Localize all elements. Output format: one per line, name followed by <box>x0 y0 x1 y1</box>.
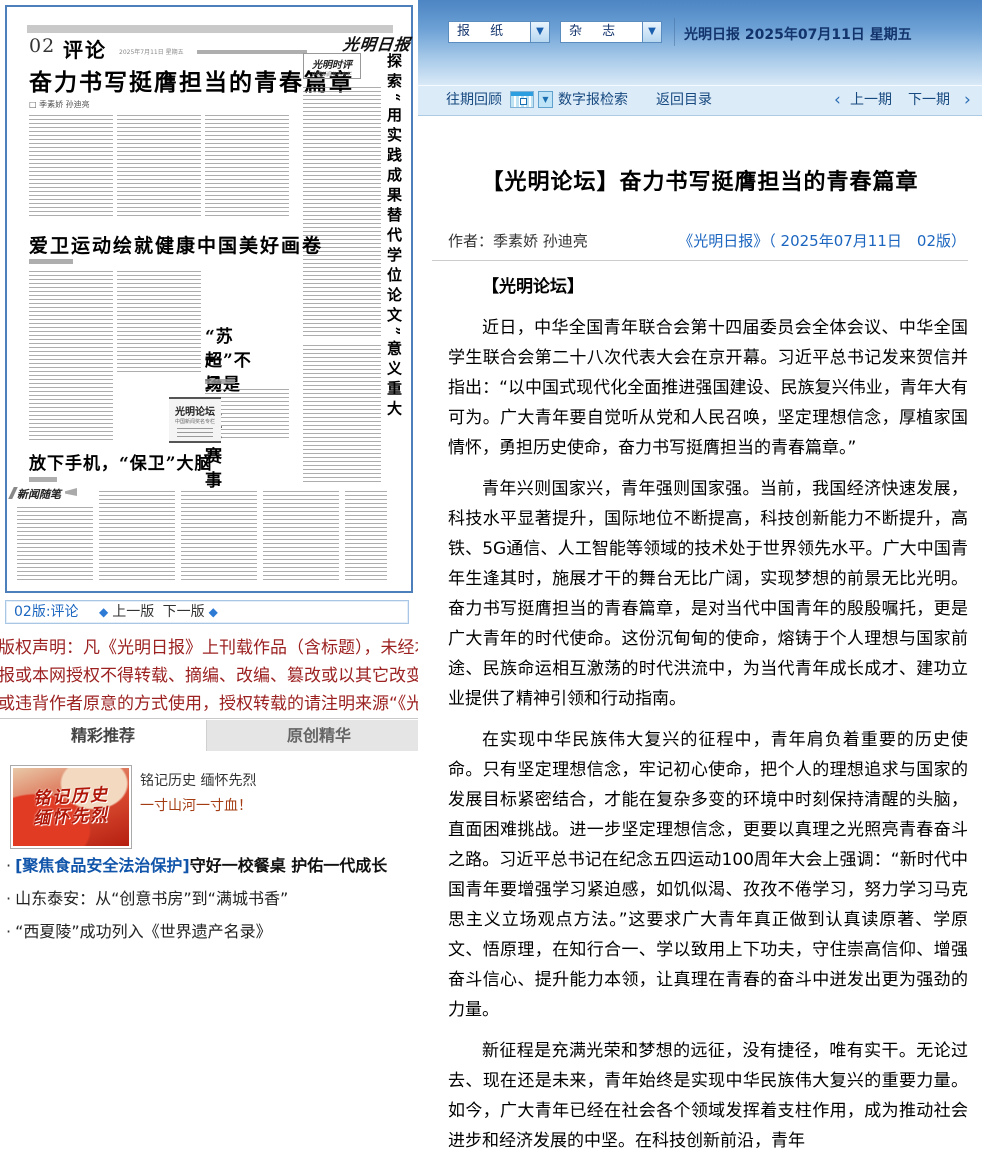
prev-page-link[interactable]: 上一版 <box>112 604 154 620</box>
promo-item1-text: 守好一校餐桌 护佑一代成长 <box>190 856 388 875</box>
article-paragraph: 近日，中华全国青年联合会第十四届委员会全体会议、中华全国学生联合会第二十八次代表… <box>448 313 968 463</box>
article-paragraph: 新征程是充满光荣和梦想的远征，没有捷径，唯有实干。无论过去、现在还是未来，青年始… <box>448 1036 968 1156</box>
thumb-text-column <box>17 507 93 581</box>
top-bar: 报 纸 ▼ 杂 志 ▼ 光明日报 2025年07月11日 星期五 <box>418 0 982 85</box>
article-source: 《光明日报》（ 2025年07月11日 02版） <box>678 230 966 251</box>
prev-page-diamond-icon: ◆ <box>99 605 108 619</box>
header-date-value: 2025年07月11日 <box>745 27 865 43</box>
thumb-page-number: 02 <box>29 35 55 57</box>
thumb-byline-main: □ 季素娇 孙迪亮 <box>29 99 90 110</box>
promo-list-item[interactable]: ·[聚焦食品安全法治保护]守好一校餐桌 护佑一代成长 <box>6 852 426 876</box>
nav-next-issue[interactable]: 下一期 <box>908 85 950 115</box>
tab-original[interactable]: 原创精华 <box>206 720 431 751</box>
article-meta-row: 作者：季素娇 孙迪亮 《光明日报》（ 2025年07月11日 02版） <box>448 230 966 252</box>
thumb-vertical-headline[interactable]: 探索“用实践成果替代学位论文”意义重大 <box>385 53 405 493</box>
next-page-diamond-icon: ◆ <box>209 605 218 619</box>
promo-item1-prefix: [聚焦食品安全法治保护] <box>15 856 190 875</box>
thumb-page-date: 2025年7月11日 星期五 <box>119 47 184 56</box>
thumb-box-shiping[interactable]: 光明时评 中国新闻奖名专栏 <box>303 53 361 79</box>
thumb-text-column <box>117 271 201 375</box>
header-weekday: 星期五 <box>870 27 912 43</box>
article-divider <box>432 260 968 261</box>
nav-bar: 往期回顾 ▼ 数字报检索 返回目录 ‹ 上一期 下一期 › <box>418 85 982 116</box>
nav-prev-issue[interactable]: 上一期 <box>850 85 892 115</box>
thumb-masthead-logo: 光明日报 <box>342 31 413 55</box>
nav-past-issues[interactable]: 往期回顾 <box>446 85 502 115</box>
thumb-byline-2 <box>29 259 73 264</box>
calendar-icon[interactable] <box>510 91 534 108</box>
paper-type-dropdown[interactable]: 报 纸 ▼ <box>448 21 550 43</box>
promo-image[interactable]: 铭记历史 缅怀先烈 <box>10 765 132 849</box>
thumb-text-column <box>181 491 257 581</box>
magazine-type-dropdown[interactable]: 杂 志 ▼ <box>560 21 662 43</box>
promo-link[interactable]: 一寸山河一寸血！ <box>140 795 252 815</box>
thumb-text-column <box>303 87 381 339</box>
dropdown-arrow-icon[interactable]: ▼ <box>642 22 661 42</box>
article-author: 作者：季素娇 孙迪亮 <box>448 230 588 251</box>
article-body: 【光明论坛】 近日，中华全国青年联合会第十四届委员会全体会议、中华全国学生联合会… <box>448 272 968 1156</box>
promo-caption: 铭记历史 缅怀先烈 <box>140 770 256 790</box>
bullet-icon: · <box>6 856 11 875</box>
nav-back-to-contents[interactable]: 返回目录 <box>656 85 712 115</box>
bullet-icon: · <box>6 889 11 908</box>
left-column: 02 评论 2025年7月11日 星期五 光明日报 奋力书写挺膺担当的青春篇章 … <box>0 0 418 917</box>
article-pane: 【光明论坛】奋力书写挺膺担当的青春篇章 作者：季素娇 孙迪亮 《光明日报》（ 2… <box>418 116 982 1167</box>
newspaper-page-thumbnail[interactable]: 02 评论 2025年7月11日 星期五 光明日报 奋力书写挺膺担当的青春篇章 … <box>5 5 413 593</box>
thumb-text-column <box>117 115 201 219</box>
thumb-top-rule <box>27 25 393 33</box>
paper-type-dropdown-value: 报 纸 <box>449 22 530 42</box>
promo-tabs: 精彩推荐 原创精华 <box>0 718 430 751</box>
thumb-text-column <box>29 271 113 441</box>
thumb-headline-main[interactable]: 奋力书写挺膺担当的青春篇章 <box>29 63 329 97</box>
thumb-headline-4[interactable]: 放下手机，“保卫”大脑 <box>29 449 213 474</box>
promo-list-item[interactable]: ·山东泰安：从“创意书房”到“满城书香” <box>6 885 426 909</box>
page-nav-label: 02版:评论 <box>14 604 79 620</box>
thumb-box-luntan-title: 光明论坛 <box>169 403 221 418</box>
promo-image-text-line2: 缅怀先烈 <box>33 805 110 829</box>
header-date: 光明日报 2025年07月11日 星期五 <box>684 24 912 44</box>
thumb-section-name: 评论 <box>63 34 107 63</box>
thumb-box-luntan-contact-line <box>177 428 213 438</box>
thumb-byline-3 <box>205 379 235 384</box>
article-paragraph: 青年兴则国家兴，青年强则国家强。当前，我国经济快速发展，科技水平显著提升，国际地… <box>448 474 968 714</box>
thumb-text-column <box>99 491 175 581</box>
tab-recommend[interactable]: 精彩推荐 <box>0 720 206 751</box>
thumb-box-shiping-title: 光明时评 <box>304 56 360 71</box>
dropdown-arrow-icon[interactable]: ▼ <box>530 22 549 42</box>
nav-digital-search[interactable]: 数字报检索 <box>558 85 628 115</box>
promo-item2-text: 山东泰安：从“创意书房”到“满城书香” <box>15 889 288 908</box>
header-divider <box>674 18 675 46</box>
thumb-text-column <box>29 115 113 219</box>
thumb-box-shiping-sub: 中国新闻奖名专栏 <box>304 71 360 78</box>
thumb-essay-label: 新闻随笔 <box>17 486 61 502</box>
next-page-link[interactable]: 下一版 <box>163 604 205 620</box>
magazine-type-dropdown-value: 杂 志 <box>561 22 642 42</box>
article-column-tag: 【光明论坛】 <box>448 272 968 302</box>
promo-image-art: 铭记历史 缅怀先烈 <box>13 768 129 846</box>
prev-issue-arrow-icon[interactable]: ‹ <box>834 85 841 115</box>
article-title: 【光明论坛】奋力书写挺膺担当的青春篇章 <box>432 164 968 196</box>
calendar-dropdown-icon[interactable]: ▼ <box>538 91 553 108</box>
thumb-text-column <box>303 345 381 485</box>
header-paper-name: 光明日报 <box>684 27 740 43</box>
promo-list-item[interactable]: ·“西夏陵”成功列入《世界遗产名录》 <box>6 918 426 942</box>
next-issue-arrow-icon[interactable]: › <box>964 85 971 115</box>
right-column: 报 纸 ▼ 杂 志 ▼ 光明日报 2025年07月11日 星期五 往期回顾 ▼ … <box>418 0 982 917</box>
thumb-box-luntan[interactable]: 光明论坛 中国新闻奖名专栏 <box>169 397 221 443</box>
article-paragraph: 在实现中华民族伟大复兴的征程中，青年肩负着重要的历史使命。只有坚定理想信念，牢记… <box>448 725 968 1025</box>
thumb-byline-4 <box>29 477 57 482</box>
bullet-icon: · <box>6 922 11 941</box>
page-nav-box: 02版:评论 ◆ 上一版 下一版 ◆ <box>5 600 409 624</box>
thumb-headline-2[interactable]: 爱卫运动绘就健康中国美好画卷 <box>29 231 323 258</box>
calendar-day-dot <box>520 98 527 105</box>
thumb-text-column <box>205 115 289 219</box>
promo-list: ·[聚焦食品安全法治保护]守好一校餐桌 护佑一代成长 ·山东泰安：从“创意书房”… <box>6 852 426 951</box>
thumb-text-column <box>263 491 339 581</box>
promo-item3-text: “西夏陵”成功列入《世界遗产名录》 <box>15 922 272 941</box>
thumb-meta-line <box>197 50 307 54</box>
thumb-text-column <box>345 491 387 581</box>
thumb-box-luntan-sub: 中国新闻奖名专栏 <box>169 418 221 425</box>
